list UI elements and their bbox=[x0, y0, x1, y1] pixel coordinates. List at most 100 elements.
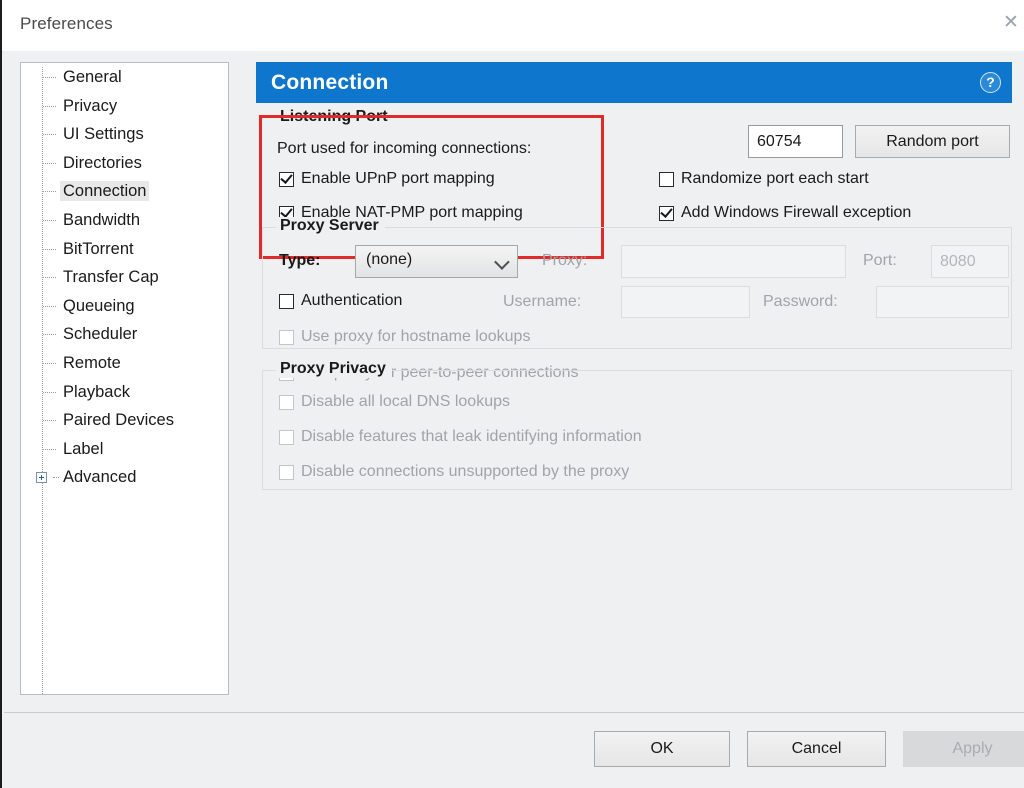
window-title: Preferences bbox=[20, 14, 113, 34]
checkbox-box[interactable] bbox=[279, 430, 294, 445]
sidebar-item-label: General bbox=[63, 68, 122, 86]
proxy-privacy-legend: Proxy Privacy bbox=[276, 360, 392, 378]
checkbox-enable-upnp[interactable]: Enable UPnP port mapping bbox=[279, 170, 495, 188]
tree-connector bbox=[53, 477, 59, 478]
sidebar-item-connection[interactable]: Connection bbox=[21, 177, 228, 206]
checkbox-box[interactable] bbox=[279, 172, 294, 187]
sidebar-item-label: Transfer Cap bbox=[63, 268, 159, 286]
checkbox-box[interactable] bbox=[279, 294, 294, 309]
checkbox-box[interactable] bbox=[279, 330, 294, 345]
checkbox-label: Add Windows Firewall exception bbox=[681, 204, 911, 222]
sidebar-item-label: Bandwidth bbox=[63, 211, 140, 229]
proxy-username-input[interactable] bbox=[621, 286, 750, 318]
tree-connector bbox=[43, 106, 56, 107]
sidebar-item-privacy[interactable]: Privacy bbox=[21, 92, 228, 121]
sidebar-item-label[interactable]: Label bbox=[21, 435, 228, 464]
checkbox-randomize-port[interactable]: Randomize port each start bbox=[659, 170, 869, 188]
tree-connector bbox=[43, 249, 56, 250]
sidebar-item-bandwidth[interactable]: Bandwidth bbox=[21, 206, 228, 235]
listening-port-description: Port used for incoming connections: bbox=[277, 140, 531, 158]
checkbox-box[interactable] bbox=[659, 172, 674, 187]
panel-header: Connection ? bbox=[256, 62, 1012, 103]
proxy-port-input[interactable] bbox=[931, 245, 1009, 278]
tree-connector bbox=[43, 449, 56, 450]
proxy-password-input[interactable] bbox=[876, 286, 1009, 318]
proxy-type-select[interactable]: (none) bbox=[355, 245, 518, 278]
ok-button[interactable]: OK bbox=[594, 731, 730, 767]
tree-item-list: General Privacy UI Settings Directories Conn… bbox=[21, 63, 228, 492]
checkbox-firewall-exception[interactable]: Add Windows Firewall exception bbox=[659, 204, 911, 222]
tree-connector bbox=[43, 191, 56, 192]
sidebar-item-directories[interactable]: Directories bbox=[21, 149, 228, 178]
sidebar-item-advanced[interactable]: Advanced bbox=[21, 463, 228, 492]
cancel-button[interactable]: Cancel bbox=[747, 731, 886, 767]
sidebar-item-label: Queueing bbox=[63, 297, 135, 315]
tree-connector bbox=[43, 392, 56, 393]
sidebar-item-label: Label bbox=[63, 440, 103, 458]
checkbox-disable-leak-features[interactable]: Disable features that leak identifying i… bbox=[279, 428, 642, 446]
page-title: Connection bbox=[271, 71, 389, 95]
apply-button: Apply bbox=[903, 731, 1024, 767]
checkbox-label: Disable connections unsupported by the p… bbox=[301, 463, 629, 481]
proxy-type-value: (none) bbox=[366, 251, 412, 269]
checkbox-label: Use proxy for hostname lookups bbox=[301, 328, 530, 346]
sidebar-item-queueing[interactable]: Queueing bbox=[21, 292, 228, 321]
proxy-type-label: Type: bbox=[279, 252, 320, 270]
sidebar-item-label: Connection bbox=[60, 181, 149, 201]
listening-port-input[interactable] bbox=[748, 125, 843, 158]
settings-panel: Connection ? Listening Port Port used fo… bbox=[256, 62, 1012, 695]
sidebar-item-bittorrent[interactable]: BitTorrent bbox=[21, 235, 228, 264]
tree-connector bbox=[43, 134, 56, 135]
proxy-server-group: Proxy Server Type: (none) Proxy: Port: A… bbox=[262, 227, 1012, 349]
sidebar-item-label: BitTorrent bbox=[63, 240, 134, 258]
checkbox-box[interactable] bbox=[279, 465, 294, 480]
sidebar-item-playback[interactable]: Playback bbox=[21, 378, 228, 407]
proxy-server-legend: Proxy Server bbox=[276, 217, 385, 235]
sidebar-item-label: Scheduler bbox=[63, 325, 137, 343]
sidebar-item-label: Remote bbox=[63, 354, 121, 372]
sidebar-item-general[interactable]: General bbox=[21, 63, 228, 92]
checkbox-label: Disable all local DNS lookups bbox=[301, 393, 510, 411]
sidebar-item-label: Playback bbox=[63, 383, 130, 401]
sidebar-item-label: Paired Devices bbox=[63, 411, 174, 429]
dialog-body: General Privacy UI Settings Directories Conn… bbox=[4, 51, 1024, 712]
tree-connector bbox=[43, 163, 56, 164]
sidebar-item-remote[interactable]: Remote bbox=[21, 349, 228, 378]
tree-connector bbox=[43, 420, 56, 421]
sidebar-item-paired-devices[interactable]: Paired Devices bbox=[21, 406, 228, 435]
tree-connector bbox=[43, 77, 56, 78]
close-icon[interactable]: ✕ bbox=[994, 8, 1024, 38]
sidebar-item-transfer-cap[interactable]: Transfer Cap bbox=[21, 263, 228, 292]
proxy-port-label: Port: bbox=[863, 252, 897, 270]
sidebar-item-scheduler[interactable]: Scheduler bbox=[21, 320, 228, 349]
checkbox-label: Randomize port each start bbox=[681, 170, 869, 188]
checkbox-disable-dns-lookups[interactable]: Disable all local DNS lookups bbox=[279, 393, 510, 411]
listening-port-group: Listening Port Port used for incoming co… bbox=[262, 118, 1012, 207]
tree-connector bbox=[43, 363, 56, 364]
proxy-host-label: Proxy: bbox=[542, 252, 587, 270]
tree-connector bbox=[43, 306, 56, 307]
settings-tree[interactable]: General Privacy UI Settings Directories Conn… bbox=[20, 62, 229, 695]
checkbox-label: Disable features that leak identifying i… bbox=[301, 428, 642, 446]
proxy-username-label: Username: bbox=[503, 293, 581, 311]
preferences-dialog: Preferences ✕ General Privacy UI Settings D… bbox=[0, 0, 1024, 788]
expand-plus-icon[interactable] bbox=[36, 472, 47, 483]
tree-connector bbox=[43, 334, 56, 335]
random-port-button[interactable]: Random port bbox=[855, 125, 1010, 158]
tree-connector bbox=[43, 220, 56, 221]
sidebar-item-label: Advanced bbox=[63, 468, 136, 486]
listening-port-legend: Listening Port bbox=[276, 108, 394, 126]
proxy-host-input[interactable] bbox=[621, 245, 846, 278]
sidebar-item-ui-settings[interactable]: UI Settings bbox=[21, 120, 228, 149]
chevron-down-icon bbox=[494, 254, 510, 270]
checkbox-disable-unsupported[interactable]: Disable connections unsupported by the p… bbox=[279, 463, 629, 481]
checkbox-box[interactable] bbox=[659, 206, 674, 221]
help-icon[interactable]: ? bbox=[980, 72, 1001, 93]
sidebar-item-label: Directories bbox=[63, 154, 142, 172]
checkbox-authentication[interactable]: Authentication bbox=[279, 292, 402, 310]
checkbox-box[interactable] bbox=[279, 395, 294, 410]
sidebar-item-label: UI Settings bbox=[63, 125, 144, 143]
checkbox-proxy-hostname-lookups[interactable]: Use proxy for hostname lookups bbox=[279, 328, 530, 346]
sidebar-item-label: Privacy bbox=[63, 97, 117, 115]
tree-connector bbox=[43, 277, 56, 278]
